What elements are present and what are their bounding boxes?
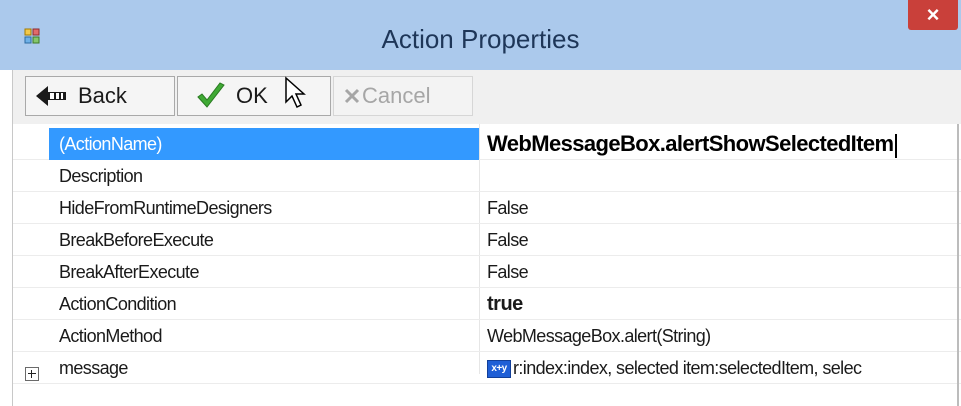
back-button[interactable]: Back: [25, 76, 175, 116]
x-icon: [344, 88, 360, 104]
property-row-action-condition[interactable]: ActionCondition true: [13, 288, 961, 320]
property-name[interactable]: BreakAfterExecute: [49, 256, 479, 288]
property-row-break-before[interactable]: BreakBeforeExecute False: [13, 224, 961, 256]
plus-expander-icon[interactable]: [25, 367, 39, 381]
property-value[interactable]: False: [483, 224, 961, 256]
back-label: Back: [78, 83, 127, 108]
title-bar[interactable]: Action Properties ×: [0, 0, 961, 70]
action-name-value[interactable]: WebMessageBox.alertShowSelectedItem: [487, 131, 894, 156]
property-value[interactable]: False: [483, 192, 961, 224]
condition-value: true: [487, 293, 523, 315]
mouse-pointer-icon: [285, 76, 306, 109]
property-row-hide-from-runtime[interactable]: HideFromRuntimeDesigners False: [13, 192, 961, 224]
property-value[interactable]: [483, 160, 961, 192]
cancel-button[interactable]: Cancel: [333, 76, 473, 116]
property-row-action-method[interactable]: ActionMethod WebMessageBox.alert(String): [13, 320, 961, 352]
toolbar: Back OK Cancel: [12, 70, 961, 124]
property-name[interactable]: HideFromRuntimeDesigners: [49, 192, 479, 224]
code-badge-icon[interactable]: x+y: [487, 360, 511, 379]
property-name[interactable]: ActionMethod: [49, 320, 479, 352]
property-value[interactable]: true: [483, 288, 961, 320]
property-value[interactable]: x+y r:index:index, selected item:selected…: [483, 352, 961, 384]
property-value[interactable]: WebMessageBox.alert(String): [483, 320, 961, 352]
grid-right-border: [957, 124, 959, 406]
action-properties-window: Action Properties × Back OK Cancel (Acti…: [0, 0, 961, 406]
property-value-input[interactable]: WebMessageBox.alertShowSelectedItem: [483, 128, 961, 160]
back-arrow-icon: [36, 86, 66, 106]
cancel-label: Cancel: [362, 83, 431, 108]
property-value[interactable]: False: [483, 256, 961, 288]
property-name[interactable]: message: [49, 352, 479, 384]
property-row-description[interactable]: Description: [13, 160, 961, 192]
property-row-break-after[interactable]: BreakAfterExecute False: [13, 256, 961, 288]
close-icon: ×: [926, 2, 940, 27]
check-icon: [197, 82, 225, 108]
property-row-message[interactable]: message x+y r:index:index, selected item:…: [13, 352, 961, 384]
property-name[interactable]: BreakBeforeExecute: [49, 224, 479, 256]
window-title: Action Properties: [381, 24, 580, 54]
ok-label: OK: [236, 83, 268, 108]
property-name[interactable]: Description: [49, 160, 479, 192]
close-button[interactable]: ×: [908, 0, 958, 30]
property-grid: (ActionName) WebMessageBox.alertShowSele…: [12, 124, 961, 406]
message-value: r:index:index, selected item:selectedIte…: [513, 358, 862, 378]
property-name[interactable]: (ActionName): [49, 128, 479, 160]
property-name[interactable]: ActionCondition: [49, 288, 479, 320]
property-row-action-name[interactable]: (ActionName) WebMessageBox.alertShowSele…: [13, 128, 961, 160]
text-caret: [894, 134, 897, 159]
